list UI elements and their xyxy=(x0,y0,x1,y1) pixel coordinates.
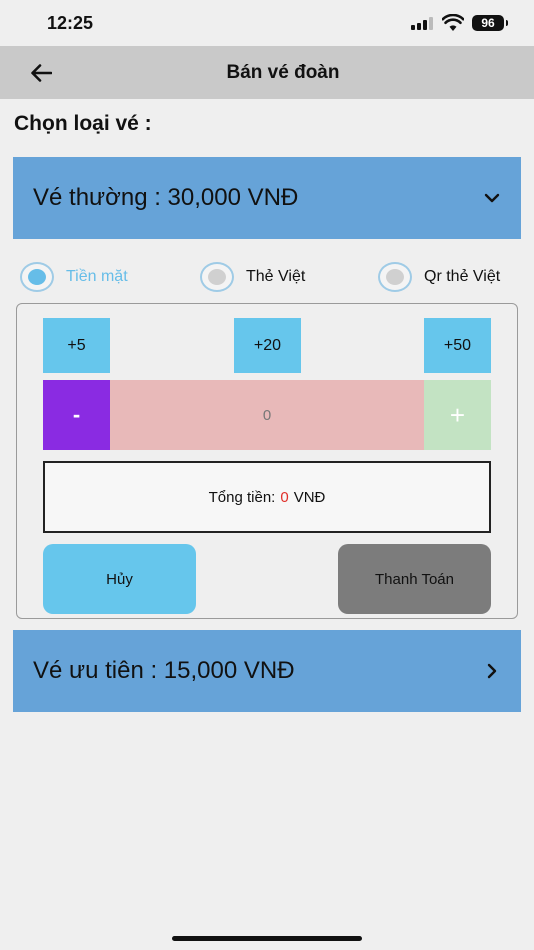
total-currency: VNĐ xyxy=(293,488,326,506)
decrement-button[interactable]: - xyxy=(43,380,110,450)
ticket-priority-item[interactable]: Vé ưu tiên : 15,000 VNĐ xyxy=(13,630,521,712)
wifi-icon xyxy=(441,13,465,32)
status-bar: 12:25 96 xyxy=(0,0,534,46)
total-amount: 0 xyxy=(280,488,289,506)
add-5-button[interactable]: +5 xyxy=(43,318,110,373)
app-header: Bán vé đoàn xyxy=(0,46,534,99)
chevron-down-icon xyxy=(481,187,503,209)
home-indicator xyxy=(172,936,362,941)
radio-cash-label: Tiền mặt xyxy=(66,268,128,285)
status-time: 12:25 xyxy=(47,13,94,33)
chevron-right-icon xyxy=(481,660,503,682)
radio-qr-viet-card[interactable]: Qr thẻ Việt xyxy=(378,262,500,292)
radio-viet-card[interactable]: Thẻ Việt xyxy=(200,262,305,292)
ticket-priority-label: Vé ưu tiên : 15,000 VNĐ xyxy=(33,657,295,684)
radio-cash[interactable]: Tiền mặt xyxy=(20,262,128,292)
add-50-button[interactable]: +50 xyxy=(424,318,491,373)
ticket-quantity-panel: +5 +20 +50 - 0 + Tổng tiền: 0 VNĐ Hủy Th… xyxy=(16,303,518,619)
ticket-type-heading: Chọn loại vé : xyxy=(14,112,152,135)
add-20-button[interactable]: +20 xyxy=(234,318,301,373)
ticket-normal-label: Vé thường : 30,000 VNĐ xyxy=(33,184,299,211)
increment-button[interactable]: + xyxy=(424,380,491,450)
cancel-button[interactable]: Hủy xyxy=(43,544,196,614)
ticket-normal-dropdown[interactable]: Vé thường : 30,000 VNĐ xyxy=(13,157,521,239)
payment-method-group: Tiền mặt Thẻ Việt Qr thẻ Việt xyxy=(0,262,534,296)
radio-qr-viet-card-label: Qr thẻ Việt xyxy=(424,268,501,285)
quantity-value[interactable]: 0 xyxy=(110,380,424,450)
radio-viet-card-label: Thẻ Việt xyxy=(246,268,306,285)
quantity-stepper: - 0 + xyxy=(43,380,491,450)
total-box: Tổng tiền: 0 VNĐ xyxy=(43,461,491,533)
cellular-signal-icon xyxy=(411,17,433,30)
battery-icon: 96 xyxy=(472,15,508,31)
page-title: Bán vé đoàn xyxy=(226,62,340,83)
pay-button[interactable]: Thanh Toán xyxy=(338,544,491,614)
total-label: Tổng tiền: xyxy=(208,488,276,506)
